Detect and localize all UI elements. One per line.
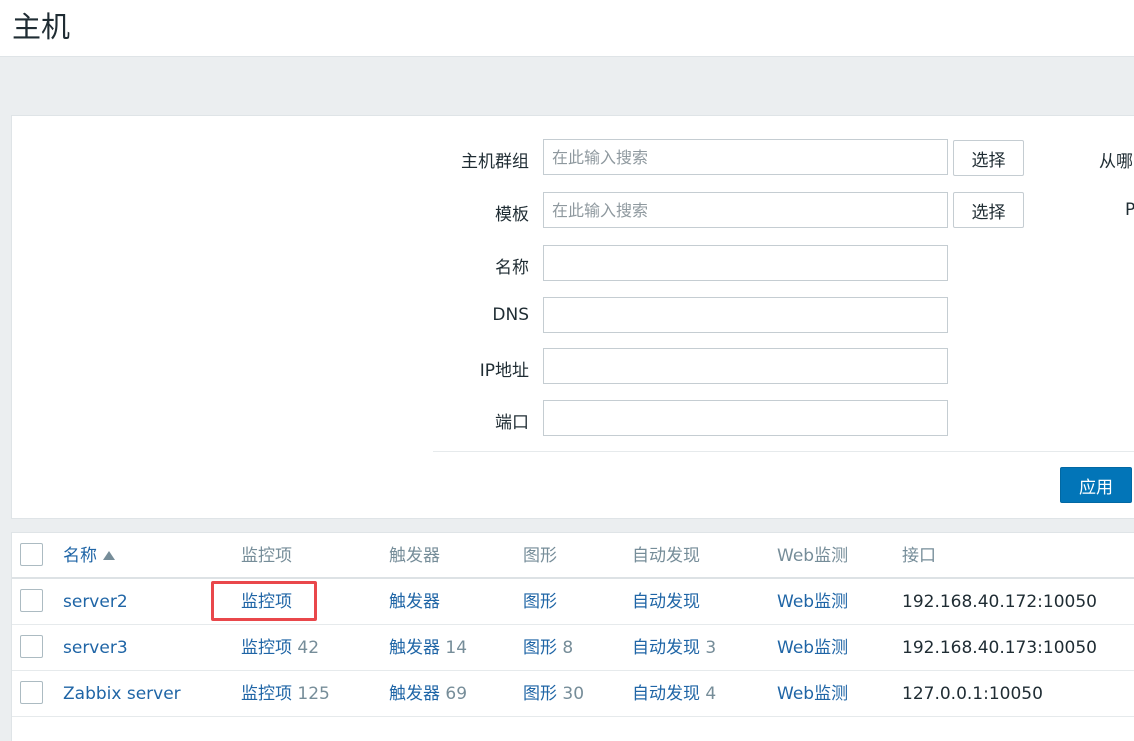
- dns-input[interactable]: [543, 297, 948, 333]
- dns-label: DNS: [492, 305, 529, 325]
- interface-value: 192.168.40.172:10050: [902, 592, 1097, 612]
- column-triggers-header: 触发器: [389, 546, 440, 566]
- graphs-count: 8: [562, 638, 574, 658]
- discovery-link[interactable]: 自动发现: [632, 592, 700, 612]
- name-label: 名称: [495, 258, 529, 278]
- column-discovery-header: 自动发现: [632, 546, 700, 566]
- right-filter-label-1: 从哪: [1099, 152, 1133, 172]
- row-checkbox[interactable]: [20, 635, 43, 658]
- ip-input[interactable]: [543, 348, 948, 384]
- column-graphs-header: 图形: [523, 546, 557, 566]
- triggers-link[interactable]: 触发器: [389, 684, 440, 704]
- page-header: 主机: [0, 0, 1134, 57]
- page-title: 主机: [12, 10, 71, 44]
- items-link[interactable]: 监控项: [241, 684, 292, 704]
- web-link[interactable]: Web监测: [777, 638, 848, 658]
- column-name-header[interactable]: 名称: [63, 533, 115, 579]
- column-name-header-label[interactable]: 名称: [63, 546, 97, 566]
- ip-label: IP地址: [479, 361, 529, 381]
- discovery-link[interactable]: 自动发现: [632, 638, 700, 658]
- host-name-link[interactable]: Zabbix server: [63, 684, 181, 704]
- table-row: server2 监控项 触发器 图形 自动发现 Web监测 192.168.40…: [12, 579, 1134, 625]
- apply-button[interactable]: 应用: [1060, 467, 1132, 503]
- graphs-count: 30: [562, 684, 585, 704]
- discovery-count: 4: [705, 684, 717, 704]
- items-count: 42: [297, 638, 320, 658]
- triggers-count: 14: [445, 638, 468, 658]
- graphs-link[interactable]: 图形: [523, 592, 557, 612]
- host-groups-label: 主机群组: [461, 152, 529, 172]
- templates-label: 模板: [495, 205, 529, 225]
- templates-input[interactable]: [543, 192, 948, 228]
- host-name-link[interactable]: server3: [63, 638, 128, 658]
- host-groups-input[interactable]: [543, 139, 948, 175]
- name-input[interactable]: [543, 245, 948, 281]
- graphs-link[interactable]: 图形: [523, 638, 557, 658]
- triggers-link[interactable]: 触发器: [389, 592, 440, 612]
- right-filter-label-2: P: [1125, 200, 1134, 220]
- filter-panel: 主机群组 选择 从哪 模板 选择 P 名称 DNS IP地址 端口 应用: [11, 115, 1134, 519]
- web-link[interactable]: Web监测: [777, 684, 848, 704]
- interface-value: 192.168.40.173:10050: [902, 638, 1097, 658]
- column-interface-header: 接口: [902, 546, 936, 566]
- table-row: Zabbix server 监控项 125 触发器 69 图形 30 自动发现 …: [12, 671, 1134, 717]
- port-label: 端口: [495, 413, 529, 433]
- column-web-header: Web监测: [777, 546, 849, 566]
- items-count: 125: [297, 684, 330, 704]
- items-link[interactable]: 监控项: [241, 638, 292, 658]
- table-row: server3 监控项 42 触发器 14 图形 8 自动发现 3 Web监测 …: [12, 625, 1134, 671]
- triggers-link[interactable]: 触发器: [389, 638, 440, 658]
- discovery-count: 3: [705, 638, 717, 658]
- templates-select-button[interactable]: 选择: [953, 192, 1024, 228]
- select-all-checkbox[interactable]: [20, 543, 43, 566]
- host-name-link[interactable]: server2: [63, 592, 128, 612]
- items-link[interactable]: 监控项: [241, 592, 292, 612]
- column-items-header: 监控项: [241, 546, 292, 566]
- row-checkbox[interactable]: [20, 681, 43, 704]
- table-header-row: 名称 监控项 触发器 图形 自动发现 Web监测 接口: [12, 533, 1134, 579]
- discovery-link[interactable]: 自动发现: [632, 684, 700, 704]
- hosts-table: 名称 监控项 触发器 图形 自动发现 Web监测 接口 server2 监控项 …: [11, 532, 1134, 741]
- interface-value: 127.0.0.1:10050: [902, 684, 1043, 704]
- filter-divider: [433, 451, 1134, 452]
- row-checkbox[interactable]: [20, 589, 43, 612]
- web-link[interactable]: Web监测: [777, 592, 848, 612]
- host-groups-select-button[interactable]: 选择: [953, 140, 1024, 176]
- triggers-count: 69: [445, 684, 468, 704]
- graphs-link[interactable]: 图形: [523, 684, 557, 704]
- sort-asc-icon: [103, 551, 115, 560]
- port-input[interactable]: [543, 400, 948, 436]
